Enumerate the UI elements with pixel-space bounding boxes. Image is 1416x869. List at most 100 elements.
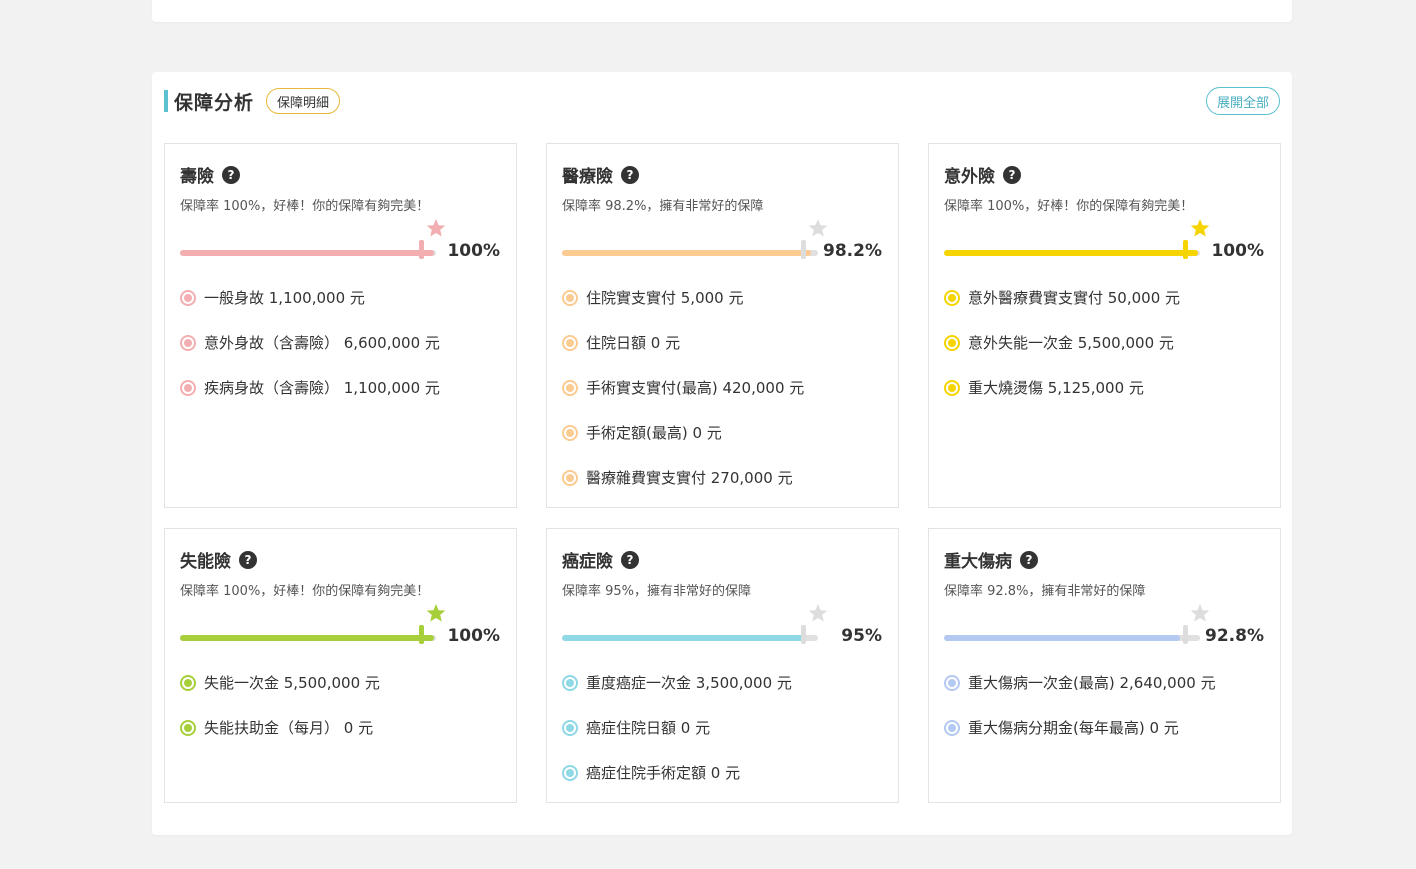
- coverage-item: 手術定額(最高) 0 元: [562, 422, 722, 443]
- card-title-text: 癌症險: [562, 552, 613, 572]
- coverage-item: 意外失能一次金 5,500,000 元: [944, 332, 1174, 353]
- coverage-item-label: 意外醫療費實支實付 50,000 元: [968, 289, 1181, 307]
- coverage-progress-fill: [562, 250, 811, 256]
- coverage-progress-fill: [562, 635, 803, 641]
- coverage-progress-bar: [944, 250, 1200, 256]
- coverage-card-cancer: 癌症險 ? 保障率 95%，擁有非常好的保障 95% 重度癌症一次金 3,500…: [546, 528, 899, 803]
- coverage-rate-description: 保障率 95%，擁有非常好的保障: [562, 584, 752, 599]
- coverage-progress-bar: [562, 635, 818, 641]
- card-title-text: 失能險: [180, 552, 231, 572]
- coverage-progress-target-marker: [1183, 625, 1188, 644]
- bullet-dot-icon: [562, 424, 578, 441]
- question-icon[interactable]: ?: [1003, 165, 1021, 184]
- coverage-percent: 100%: [1211, 241, 1264, 261]
- coverage-item-label: 重大燒燙傷 5,125,000 元: [968, 379, 1144, 397]
- coverage-item: 重度癌症一次金 3,500,000 元: [562, 672, 792, 693]
- coverage-detail-button[interactable]: 保障明細: [266, 88, 341, 114]
- coverage-item: 重大傷病分期金(每年最高) 0 元: [944, 717, 1179, 738]
- card-title: 癌症險 ?: [562, 547, 639, 572]
- bullet-dot-icon: [944, 334, 960, 351]
- coverage-progress-fill: [944, 250, 1198, 256]
- coverage-percent: 95%: [841, 626, 882, 646]
- coverage-card-disability: 失能險 ? 保障率 100%，好棒！你的保障有夠完美！ 100% 失能一次金 5…: [164, 528, 517, 803]
- coverage-item: 住院實支實付 5,000 元: [562, 287, 743, 308]
- bullet-dot-icon: [562, 764, 578, 781]
- bullet-dot-icon: [562, 334, 578, 351]
- bullet-dot-icon: [944, 289, 960, 306]
- coverage-progress-target-marker: [1183, 240, 1188, 259]
- coverage-progress-bar: [180, 635, 436, 641]
- coverage-percent: 92.8%: [1205, 626, 1264, 646]
- coverage-progress-bar: [562, 250, 818, 256]
- coverage-item: 一般身故 1,100,000 元: [180, 287, 365, 308]
- coverage-progress-bar: [180, 250, 436, 256]
- bullet-dot-icon: [180, 379, 196, 396]
- coverage-progress-target-marker: [801, 240, 806, 259]
- coverage-item-label: 重大傷病一次金(最高) 2,640,000 元: [968, 674, 1216, 692]
- star-icon: [1190, 219, 1210, 237]
- coverage-item: 重大燒燙傷 5,125,000 元: [944, 377, 1144, 398]
- card-title-text: 壽險: [180, 167, 214, 187]
- coverage-percent: 98.2%: [823, 241, 882, 261]
- coverage-item-label: 意外身故（含壽險） 6,600,000 元: [204, 334, 440, 352]
- bullet-dot-icon: [944, 719, 960, 736]
- card-title: 重大傷病 ?: [944, 547, 1038, 572]
- coverage-card-life: 壽險 ? 保障率 100%，好棒！你的保障有夠完美！ 100% 一般身故 1,1…: [164, 143, 517, 508]
- question-icon[interactable]: ?: [1020, 550, 1038, 569]
- coverage-rate-description: 保障率 92.8%，擁有非常好的保障: [944, 584, 1146, 599]
- bullet-dot-icon: [180, 289, 196, 306]
- coverage-item-label: 重大傷病分期金(每年最高) 0 元: [968, 719, 1179, 737]
- star-icon: [808, 604, 828, 622]
- star-icon: [426, 219, 446, 237]
- card-title: 意外險 ?: [944, 162, 1021, 187]
- question-icon[interactable]: ?: [239, 550, 257, 569]
- question-icon[interactable]: ?: [222, 165, 240, 184]
- card-title: 失能險 ?: [180, 547, 257, 572]
- bullet-dot-icon: [562, 289, 578, 306]
- coverage-progress-fill: [180, 635, 434, 641]
- section-title: 保障分析: [174, 91, 255, 114]
- coverage-item-label: 醫療雜費實支實付 270,000 元: [586, 469, 793, 487]
- coverage-card-accident: 意外險 ? 保障率 100%，好棒！你的保障有夠完美！ 100% 意外醫療費實支…: [928, 143, 1281, 508]
- coverage-rate-description: 保障率 100%，好棒！你的保障有夠完美！: [180, 199, 430, 214]
- card-title: 醫療險 ?: [562, 162, 639, 187]
- coverage-item-label: 疾病身故（含壽險） 1,100,000 元: [204, 379, 440, 397]
- bullet-dot-icon: [944, 674, 960, 691]
- coverage-progress-target-marker: [419, 625, 424, 644]
- coverage-item-label: 重度癌症一次金 3,500,000 元: [586, 674, 792, 692]
- question-icon[interactable]: ?: [621, 550, 639, 569]
- coverage-item-label: 手術實支實付(最高) 420,000 元: [586, 379, 805, 397]
- coverage-item-label: 失能一次金 5,500,000 元: [204, 674, 380, 692]
- coverage-item: 癌症住院日額 0 元: [562, 717, 710, 738]
- card-title-text: 重大傷病: [944, 552, 1012, 572]
- coverage-item-label: 意外失能一次金 5,500,000 元: [968, 334, 1174, 352]
- bullet-dot-icon: [562, 674, 578, 691]
- question-icon[interactable]: ?: [621, 165, 639, 184]
- bullet-dot-icon: [562, 379, 578, 396]
- coverage-card-medical: 醫療險 ? 保障率 98.2%，擁有非常好的保障 98.2% 住院實支實付 5,…: [546, 143, 899, 508]
- coverage-item-label: 手術定額(最高) 0 元: [586, 424, 722, 442]
- coverage-progress-fill: [944, 635, 1180, 641]
- coverage-analysis-panel: 保障分析 保障明細 展開全部 壽險 ? 保障率 100%，好棒！你的保障有夠完美…: [152, 72, 1292, 835]
- expand-all-button[interactable]: 展開全部: [1205, 87, 1280, 115]
- coverage-percent: 100%: [447, 626, 500, 646]
- coverage-item: 癌症住院手術定額 0 元: [562, 762, 740, 783]
- coverage-progress-target-marker: [419, 240, 424, 259]
- coverage-progress-bar: [944, 635, 1200, 641]
- coverage-item-label: 癌症住院手術定額 0 元: [586, 764, 741, 782]
- bullet-dot-icon: [562, 719, 578, 736]
- coverage-card-major-illness: 重大傷病 ? 保障率 92.8%，擁有非常好的保障 92.8% 重大傷病一次金(…: [928, 528, 1281, 803]
- coverage-item: 手術實支實付(最高) 420,000 元: [562, 377, 804, 398]
- section-accent-bar: [164, 90, 168, 112]
- coverage-item: 意外身故（含壽險） 6,600,000 元: [180, 332, 440, 353]
- bullet-dot-icon: [180, 334, 196, 351]
- star-icon: [808, 219, 828, 237]
- coverage-progress-target-marker: [801, 625, 806, 644]
- card-title-text: 意外險: [944, 167, 995, 187]
- bullet-dot-icon: [180, 674, 196, 691]
- coverage-percent: 100%: [447, 241, 500, 261]
- coverage-item: 疾病身故（含壽險） 1,100,000 元: [180, 377, 440, 398]
- section-header: 保障分析 保障明細: [164, 88, 341, 114]
- coverage-progress-fill: [180, 250, 434, 256]
- coverage-item-label: 一般身故 1,100,000 元: [204, 289, 365, 307]
